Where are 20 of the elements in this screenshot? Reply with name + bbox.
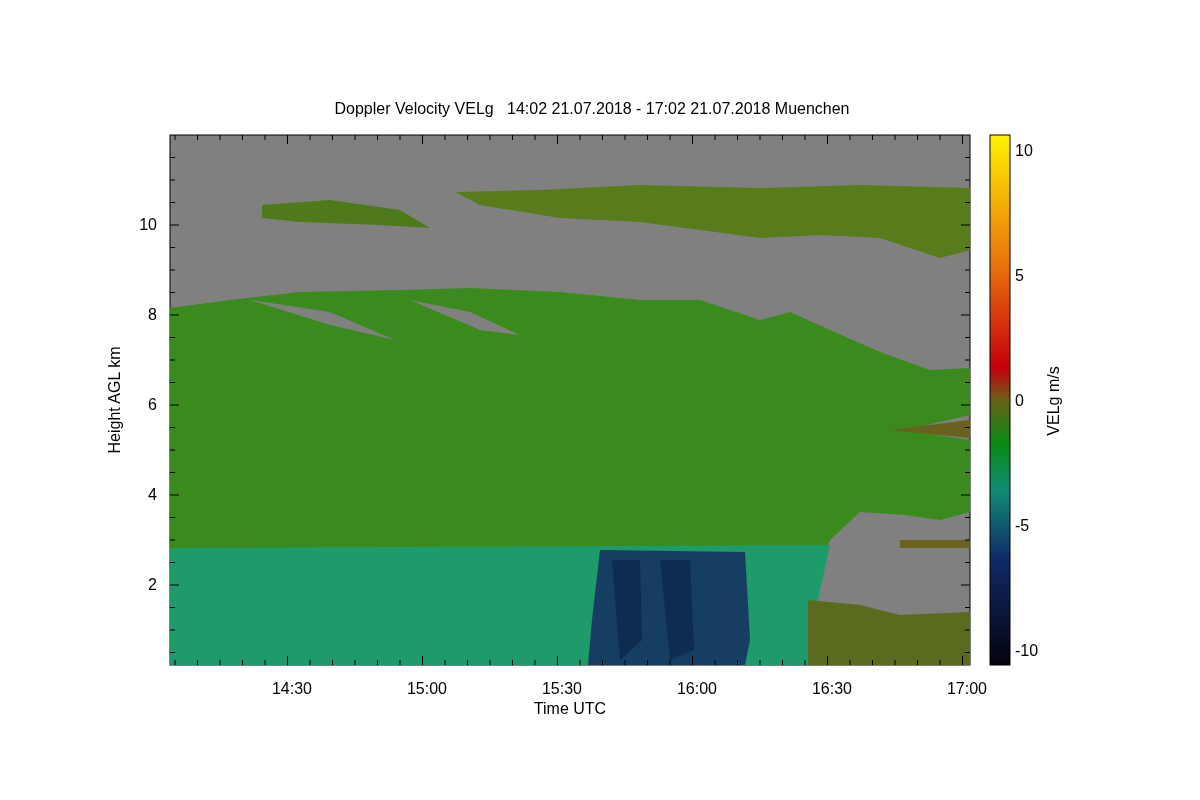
colorbar-label: VELg m/s [1045, 366, 1062, 436]
x-axis-label: Time UTC [533, 700, 607, 717]
y-tick-label: 8 [148, 306, 157, 323]
x-tick-label: 16:30 [812, 680, 852, 697]
colorbar-tick-label: -5 [1015, 517, 1030, 534]
y-tick-label: 2 [148, 576, 157, 593]
x-tick-label: 17:00 [947, 680, 987, 697]
y-tick-label: 10 [139, 216, 157, 233]
colorbar-tick-label: 0 [1015, 392, 1024, 409]
x-tick-label: 15:30 [542, 680, 582, 697]
y-axis-label: Height AGL km [106, 346, 123, 454]
colorbar-tick-label: 10 [1015, 142, 1033, 159]
y-tick-label: 6 [148, 396, 157, 413]
x-tick-label: 15:00 [407, 680, 447, 697]
chart-title: Doppler Velocity VELg 14:02 21.07.2018 - 17:02 21.07.2018 Muenchen [334, 100, 850, 117]
x-tick-label: 16:00 [677, 680, 717, 697]
y-tick-label: 4 [148, 486, 157, 503]
x-tick-label: 14:30 [272, 680, 312, 697]
colorbar-tick-label: 5 [1015, 267, 1024, 284]
colorbar-tick-label: -10 [1015, 642, 1039, 659]
